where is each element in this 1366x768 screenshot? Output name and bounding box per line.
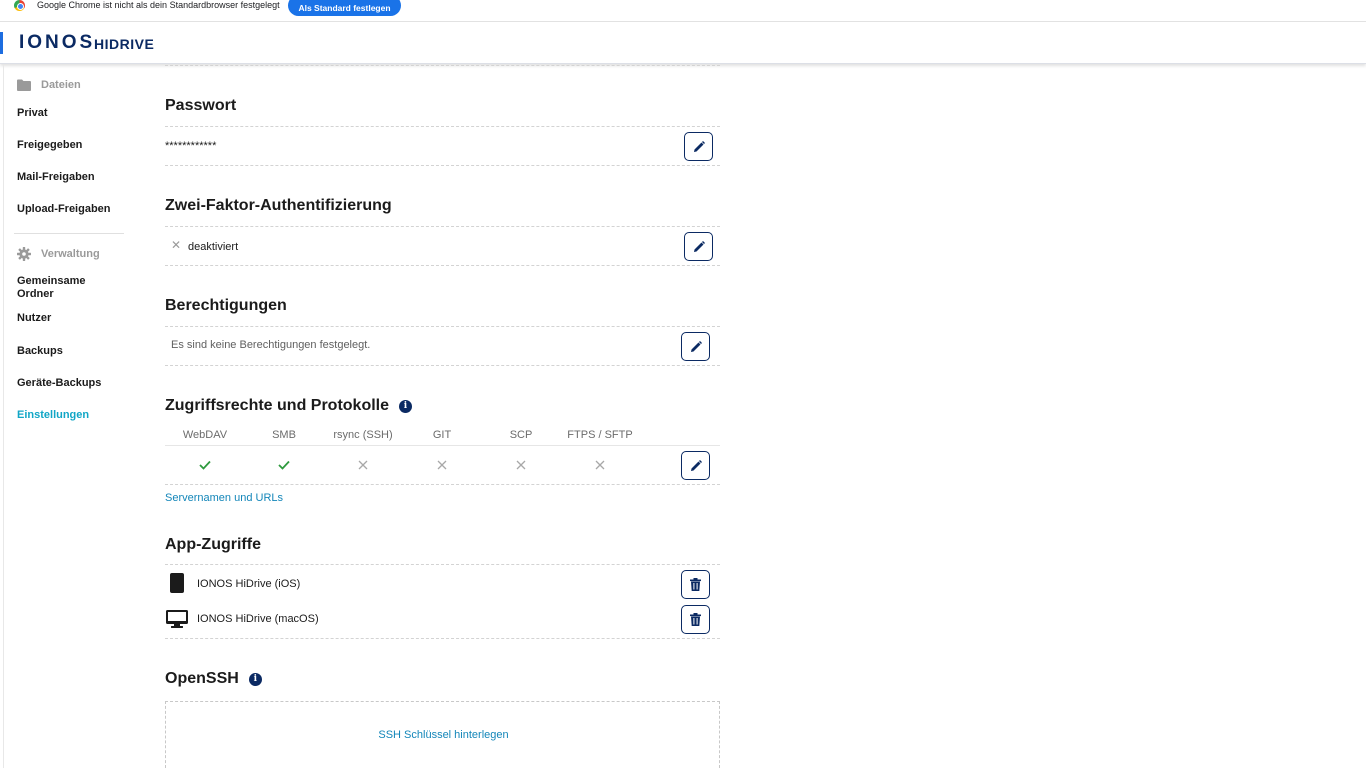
- openssh-title: OpenSSH i: [165, 669, 262, 689]
- sidebar-section-label: Verwaltung: [41, 248, 100, 260]
- permissions-title: Berechtigungen: [165, 297, 287, 314]
- pencil-icon: [693, 140, 705, 152]
- x-icon: [560, 457, 640, 475]
- sidebar-item-einstellungen[interactable]: Einstellungen: [17, 409, 127, 422]
- edit-two-factor-button[interactable]: [684, 232, 713, 261]
- sidebar-item-mail-freigaben[interactable]: Mail-Freigaben: [17, 171, 127, 184]
- protocol-header: SCP: [509, 429, 533, 441]
- x-icon: [481, 457, 561, 475]
- pencil-icon: [693, 240, 705, 252]
- app-name: IONOS HiDrive (macOS): [197, 613, 319, 625]
- trash-icon: [690, 613, 701, 626]
- sidebar-section-label: Dateien: [41, 79, 81, 91]
- protocol-header: GIT: [432, 429, 452, 441]
- two-factor-status: deaktiviert: [188, 241, 239, 253]
- edit-permissions-button[interactable]: [681, 332, 710, 361]
- sidebar-item-nutzer[interactable]: Nutzer: [17, 312, 127, 325]
- x-icon: [323, 457, 403, 475]
- protocols-row: [165, 445, 720, 485]
- check-icon: [165, 457, 245, 475]
- app-name: IONOS HiDrive (iOS): [197, 578, 301, 590]
- app-access-title: App-Zugriffe: [165, 536, 261, 553]
- password-title: Passwort: [165, 97, 237, 114]
- ionos-logo[interactable]: IONOS: [19, 33, 95, 53]
- protocol-header: rsync (SSH): [333, 429, 393, 441]
- sidebar: Dateien Privat Freigegeben Mail-Freigabe…: [0, 65, 140, 768]
- sidebar-section-admin: Verwaltung: [17, 247, 100, 261]
- protocols-title: Zugriffsrechte und Protokolle i: [165, 396, 413, 416]
- password-row: ************: [165, 126, 720, 166]
- sidebar-item-gemeinsame-ordner[interactable]: Gemeinsame Ordner: [17, 275, 107, 301]
- openssh-title-text: OpenSSH: [165, 670, 239, 687]
- sidebar-item-freigegeben[interactable]: Freigegeben: [17, 139, 127, 152]
- permissions-empty-text: Es sind keine Berechtigungen festgelegt.: [171, 339, 371, 351]
- ssh-key-dropzone[interactable]: SSH Schlüssel hinterlegen: [165, 701, 720, 768]
- protocol-header: SMB: [272, 429, 296, 441]
- add-ssh-key-link[interactable]: SSH Schlüssel hinterlegen: [166, 729, 721, 741]
- x-icon: [402, 457, 482, 475]
- product-name[interactable]: HIDRIVE: [94, 36, 154, 52]
- trash-icon: [690, 578, 701, 591]
- sidebar-divider: [14, 233, 124, 234]
- edit-protocols-button[interactable]: [681, 451, 710, 480]
- sidebar-section-files: Dateien: [17, 78, 81, 92]
- app-header: IONOS HIDRIVE: [0, 22, 1366, 64]
- two-factor-row: ✕ deaktiviert: [165, 226, 720, 266]
- edit-password-button[interactable]: [684, 132, 713, 161]
- pencil-icon: [690, 459, 702, 471]
- disabled-x-icon: ✕: [171, 238, 182, 252]
- server-names-link[interactable]: Servernamen und URLs: [165, 492, 283, 504]
- sidebar-item-privat[interactable]: Privat: [17, 107, 127, 120]
- browser-infobar: Google Chrome ist nicht als dein Standar…: [0, 0, 1366, 22]
- protocol-header: WebDAV: [182, 429, 228, 441]
- gear-icon: [17, 247, 31, 261]
- pencil-icon: [690, 340, 702, 352]
- protocol-header: FTPS / SFTP: [567, 429, 633, 441]
- set-default-browser-button[interactable]: Als Standard festlegen: [288, 0, 401, 16]
- infobar-message: Google Chrome ist nicht als dein Standar…: [37, 0, 280, 10]
- delete-app-macos-button[interactable]: [681, 605, 710, 634]
- info-icon[interactable]: i: [248, 672, 262, 686]
- two-factor-title: Zwei-Faktor-Authentifizierung: [165, 197, 392, 214]
- header-accent: [0, 32, 3, 54]
- divider: [165, 65, 720, 66]
- sidebar-item-backups[interactable]: Backups: [17, 345, 127, 358]
- settings-content: Passwort ************ Zwei-Faktor-Authen…: [165, 65, 720, 768]
- monitor-icon: [166, 610, 188, 633]
- check-icon: [244, 457, 324, 475]
- sidebar-item-upload-freigaben[interactable]: Upload-Freigaben: [17, 203, 127, 216]
- sidebar-item-geraete-backups[interactable]: Geräte-Backups: [17, 377, 127, 390]
- chrome-logo-icon: [14, 0, 25, 11]
- folder-icon: [17, 78, 31, 92]
- info-icon[interactable]: i: [399, 399, 413, 413]
- app-access-list: IONOS HiDrive (iOS) IONOS HiDrive (macOS…: [165, 564, 720, 639]
- password-value: ************: [165, 140, 217, 152]
- phone-icon: [170, 573, 184, 598]
- permissions-row: Es sind keine Berechtigungen festgelegt.: [165, 326, 720, 366]
- delete-app-ios-button[interactable]: [681, 570, 710, 599]
- protocols-title-text: Zugriffsrechte und Protokolle: [165, 397, 390, 414]
